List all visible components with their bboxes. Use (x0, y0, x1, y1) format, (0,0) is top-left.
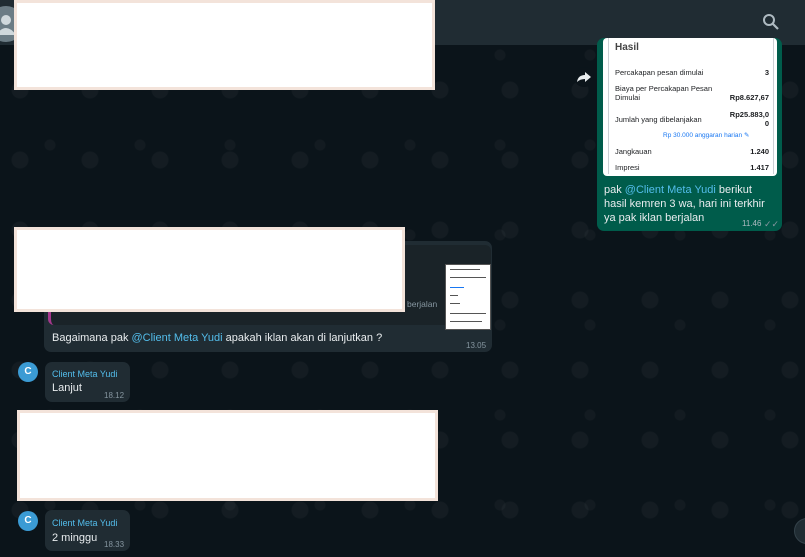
message-time: 13.05 (466, 341, 487, 350)
double-check-icon: ✓✓ (764, 219, 780, 229)
message-text: Lanjut (52, 382, 82, 394)
quoted-image-thumbnail[interactable] (445, 264, 491, 330)
sender-avatar[interactable]: C (18, 362, 38, 382)
search-icon[interactable] (762, 13, 780, 31)
mention-link[interactable]: @Client Meta Yudi (625, 184, 716, 196)
sender-name[interactable]: Client Meta Yudi (52, 518, 117, 528)
message-prefix: pak (604, 184, 625, 196)
message-time: 11.46 (742, 219, 762, 228)
thumb-line (450, 303, 460, 304)
result-label: Impresi (615, 163, 640, 172)
message-text: 2 minggu (52, 532, 98, 544)
redacted-region (14, 227, 405, 312)
forward-button[interactable] (574, 67, 594, 87)
result-value: 1.240 (750, 147, 769, 156)
redacted-region (17, 410, 438, 501)
reply-message-text: Bagaimana pak @Client Meta Yudi apakah i… (52, 332, 382, 344)
card-title: Hasil (615, 42, 639, 53)
result-value: Rp8.627,67 (729, 93, 769, 102)
thumb-line (450, 295, 458, 296)
quoted-text: berjalan (407, 299, 438, 309)
message-prefix: Bagaimana pak (52, 332, 132, 344)
thumb-line (450, 269, 480, 270)
message-time: 18.33 (104, 540, 125, 549)
redacted-region (14, 0, 435, 90)
result-value: 1.417 (750, 163, 769, 172)
thumb-line (450, 321, 482, 322)
message-time: 18.12 (104, 391, 125, 400)
thumb-line (450, 313, 486, 314)
ad-results-card[interactable]: Hasil Percakapan pesan dimulai 3 Biaya p… (603, 38, 777, 176)
result-label: Jumlah yang dibelanjakan (615, 115, 702, 124)
daily-budget-link[interactable]: Rp 30.000 anggaran harian ✎ (663, 131, 749, 139)
thumb-line (450, 277, 486, 278)
result-label: Percakapan pesan dimulai (615, 68, 704, 77)
message-suffix: apakah iklan akan di lanjutkan ? (222, 332, 383, 344)
sender-name[interactable]: Client Meta Yudi (52, 369, 117, 379)
result-value: Rp25.883,00 (729, 110, 769, 128)
forward-icon (577, 72, 591, 82)
result-label: Jangkauan (615, 147, 652, 156)
budget-text: Rp 30.000 anggaran harian (663, 132, 743, 139)
thumb-line (450, 287, 464, 288)
sender-avatar[interactable]: C (18, 511, 38, 531)
result-value: 3 (764, 68, 769, 77)
result-label: Biaya per Percakapan Pesan Dimulai (615, 84, 713, 102)
pencil-icon: ✎ (743, 132, 750, 139)
mention-link[interactable]: @Client Meta Yudi (132, 332, 223, 344)
